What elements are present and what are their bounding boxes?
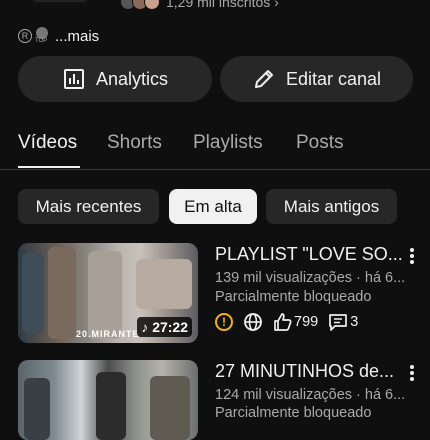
video-thumbnail[interactable] bbox=[18, 360, 198, 440]
thumbnail-figure bbox=[48, 247, 76, 339]
edit-channel-button[interactable]: Editar canal bbox=[220, 56, 413, 102]
tab-videos[interactable]: Vídeos bbox=[18, 132, 77, 154]
registered-icon: R bbox=[18, 29, 32, 43]
edit-channel-label: Editar canal bbox=[285, 68, 382, 89]
like-count: 799 bbox=[294, 314, 319, 330]
thumbnail-figure bbox=[24, 378, 50, 440]
video-meta: 139 mil visualizações · há 6... bbox=[215, 270, 406, 286]
analytics-label: Analytics bbox=[95, 68, 169, 89]
music-note-icon: ♪ bbox=[141, 319, 149, 335]
channel-tabs: Vídeos Shorts Playlists Posts bbox=[0, 122, 430, 170]
subscriber-avatars bbox=[120, 0, 166, 10]
analytics-button[interactable]: Analytics bbox=[18, 56, 212, 102]
active-tab-indicator bbox=[18, 166, 80, 168]
comment-icon[interactable] bbox=[328, 312, 348, 332]
video-title[interactable]: 27 MINUTINHOS de... bbox=[215, 361, 394, 382]
duration-text: 27:22 bbox=[152, 319, 188, 335]
chip-popular[interactable]: Em alta bbox=[169, 189, 257, 224]
tab-posts[interactable]: Posts bbox=[296, 132, 344, 154]
thumbs-up-icon[interactable] bbox=[273, 312, 293, 332]
pencil-icon bbox=[254, 70, 273, 88]
chip-oldest[interactable]: Mais antigos bbox=[266, 189, 397, 224]
channel-stats-row: 1,29 mil inscritos › bbox=[0, 0, 430, 14]
video-meta: 124 mil visualizações · há 6... bbox=[215, 387, 406, 403]
thumbnail-figure bbox=[22, 253, 44, 333]
video-thumbnail[interactable]: 20.MIRANTE ♪ 27:22 bbox=[18, 243, 198, 343]
video-title[interactable]: PLAYLIST "LOVE SO... bbox=[215, 244, 403, 265]
avatar bbox=[144, 0, 160, 10]
thumbnail-figure bbox=[150, 376, 190, 440]
tabs-divider bbox=[0, 169, 430, 170]
tab-playlists[interactable]: Playlists bbox=[193, 132, 263, 154]
top-badge-label: TOP bbox=[35, 38, 48, 44]
comment-count: 3 bbox=[350, 314, 359, 330]
more-options-icon[interactable] bbox=[405, 363, 419, 383]
video-restriction-status: Parcialmente bloqueado bbox=[215, 405, 372, 421]
analytics-icon bbox=[63, 69, 84, 89]
globe-icon[interactable] bbox=[243, 312, 263, 332]
duration-badge: ♪ 27:22 bbox=[137, 317, 192, 337]
video-restriction-status: Parcialmente bloqueado bbox=[215, 289, 372, 305]
chip-most-recent[interactable]: Mais recentes bbox=[18, 189, 159, 224]
thumbnail-watermark: 20.MIRANTE bbox=[76, 329, 140, 339]
more-link[interactable]: ...mais bbox=[55, 28, 99, 45]
subscriber-count-link[interactable]: 1,29 mil inscritos › bbox=[166, 0, 279, 10]
tab-shorts[interactable]: Shorts bbox=[107, 132, 162, 154]
top-badge-icon: TOP bbox=[35, 27, 49, 45]
channel-description-row[interactable]: R TOP ...mais bbox=[18, 26, 99, 46]
warning-icon[interactable]: ! bbox=[215, 313, 233, 331]
thumbnail-figure bbox=[136, 259, 192, 309]
thumbnail-figure bbox=[88, 251, 122, 339]
cropped-element bbox=[30, 0, 90, 2]
more-options-icon[interactable] bbox=[405, 246, 419, 266]
video-stats-row: ! 799 3 bbox=[215, 311, 358, 333]
